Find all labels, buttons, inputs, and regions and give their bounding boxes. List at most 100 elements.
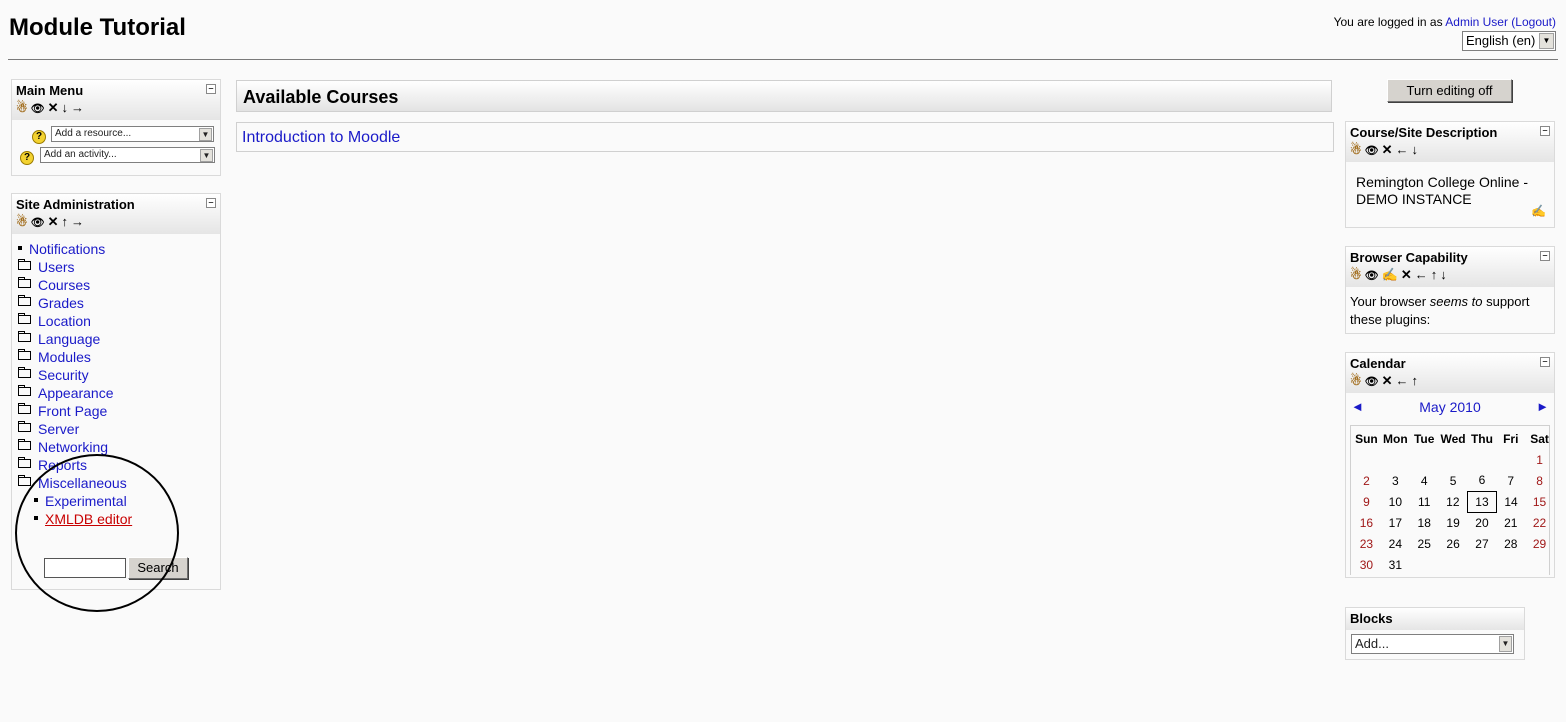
admin-item-label[interactable]: Grades: [38, 295, 84, 311]
add-activity-select[interactable]: Add an activity... ▼: [40, 147, 215, 163]
admin-item-modules[interactable]: Modules: [18, 348, 132, 366]
admin-item-label[interactable]: Language: [38, 331, 100, 347]
add-resource-select[interactable]: Add a resource... ▼: [51, 126, 214, 142]
admin-item-reports[interactable]: Reports: [18, 456, 132, 474]
calendar-day[interactable]: 22: [1525, 512, 1554, 533]
collapse-icon[interactable]: –: [206, 84, 216, 94]
calendar-day[interactable]: 18: [1410, 512, 1439, 533]
chevron-down-icon[interactable]: ▼: [1499, 636, 1512, 652]
eye-icon[interactable]: 👁: [1365, 144, 1380, 157]
edit-pen-icon[interactable]: ✍: [1382, 267, 1399, 283]
admin-item-users[interactable]: Users: [18, 258, 132, 276]
calendar-day[interactable]: 7: [1496, 470, 1525, 491]
eye-icon[interactable]: 👁: [31, 216, 46, 229]
chevron-down-icon[interactable]: ▼: [200, 149, 213, 162]
edit-pen-icon[interactable]: ✍: [1531, 204, 1546, 218]
calendar-day[interactable]: 6: [1468, 470, 1497, 491]
chevron-down-icon[interactable]: ▼: [1539, 33, 1554, 49]
arrow-down-icon[interactable]: ↓: [1440, 267, 1448, 282]
logout-link[interactable]: (Logout): [1511, 15, 1556, 29]
admin-subitem-xmldb[interactable]: XMLDB editor: [18, 510, 132, 528]
search-button[interactable]: Search: [128, 557, 188, 579]
admin-item-label[interactable]: Courses: [38, 277, 90, 293]
admin-item-networking[interactable]: Networking: [18, 438, 132, 456]
calendar-day[interactable]: 27: [1468, 533, 1497, 554]
collapse-icon[interactable]: –: [1540, 251, 1550, 261]
calendar-day[interactable]: 20: [1468, 512, 1497, 533]
collapse-icon[interactable]: –: [1540, 126, 1550, 136]
calendar-day[interactable]: 24: [1381, 533, 1410, 554]
admin-item-grades[interactable]: Grades: [18, 294, 132, 312]
calendar-day[interactable]: 29: [1525, 533, 1554, 554]
calendar-day[interactable]: 5: [1439, 470, 1468, 491]
admin-item-label[interactable]: Reports: [38, 457, 87, 473]
chevron-down-icon[interactable]: ▼: [199, 128, 212, 141]
calendar-day[interactable]: 2: [1352, 470, 1381, 491]
admin-item-label[interactable]: Experimental: [45, 493, 127, 509]
calendar-day[interactable]: 31: [1381, 554, 1410, 575]
calendar-day[interactable]: 15: [1525, 491, 1554, 512]
calendar-day[interactable]: 30: [1352, 554, 1381, 575]
admin-item-notifications[interactable]: Notifications: [18, 240, 132, 258]
delete-x-icon[interactable]: ✕: [48, 100, 60, 116]
calendar-day[interactable]: 17: [1381, 512, 1410, 533]
add-block-select[interactable]: Add... ▼: [1351, 634, 1514, 654]
calendar-day[interactable]: 23: [1352, 533, 1381, 554]
calendar-day[interactable]: 14: [1496, 491, 1525, 512]
collapse-icon[interactable]: –: [206, 198, 216, 208]
admin-item-language[interactable]: Language: [18, 330, 132, 348]
arrow-down-icon[interactable]: ↓: [62, 100, 70, 115]
calendar-next-icon[interactable]: ►: [1536, 399, 1549, 414]
admin-item-label[interactable]: Miscellaneous: [38, 475, 127, 491]
arrow-up-icon[interactable]: ↑: [62, 214, 70, 229]
admin-item-location[interactable]: Location: [18, 312, 132, 330]
admin-item-label[interactable]: Front Page: [38, 403, 107, 419]
roles-icon[interactable]: ☃: [1350, 267, 1363, 283]
calendar-day[interactable]: 3: [1381, 470, 1410, 491]
admin-subitem-experimental[interactable]: Experimental: [18, 492, 132, 510]
admin-item-label[interactable]: Modules: [38, 349, 91, 365]
calendar-day[interactable]: 8: [1525, 470, 1554, 491]
roles-icon[interactable]: ☃: [16, 100, 29, 116]
arrow-right-icon[interactable]: →: [71, 100, 85, 115]
arrow-down-icon[interactable]: ↓: [1412, 142, 1420, 157]
arrow-left-icon[interactable]: ←: [1415, 267, 1429, 282]
admin-item-server[interactable]: Server: [18, 420, 132, 438]
eye-icon[interactable]: 👁: [31, 102, 46, 115]
arrow-left-icon[interactable]: ←: [1396, 373, 1410, 388]
admin-item-label[interactable]: Networking: [38, 439, 108, 455]
admin-item-appearance[interactable]: Appearance: [18, 384, 132, 402]
admin-item-label[interactable]: XMLDB editor: [45, 511, 132, 527]
admin-search-input[interactable]: [44, 558, 126, 578]
calendar-day[interactable]: 1: [1525, 449, 1554, 470]
roles-icon[interactable]: ☃: [1350, 142, 1363, 158]
calendar-month[interactable]: May 2010: [1346, 399, 1554, 415]
language-select[interactable]: English (en) ▼: [1462, 31, 1556, 51]
admin-item-miscellaneous[interactable]: Miscellaneous: [18, 474, 132, 492]
admin-item-label[interactable]: Users: [38, 259, 75, 275]
help-icon[interactable]: ?: [32, 130, 46, 144]
calendar-day[interactable]: 12: [1439, 491, 1468, 512]
calendar-day[interactable]: 9: [1352, 491, 1381, 512]
calendar-day[interactable]: 25: [1410, 533, 1439, 554]
delete-x-icon[interactable]: ✕: [1382, 373, 1394, 389]
arrow-up-icon[interactable]: ↑: [1431, 267, 1439, 282]
admin-item-label[interactable]: Appearance: [38, 385, 114, 401]
calendar-day[interactable]: 13: [1467, 490, 1497, 513]
delete-x-icon[interactable]: ✕: [1401, 267, 1413, 283]
arrow-right-icon[interactable]: →: [71, 214, 85, 229]
roles-icon[interactable]: ☃: [16, 214, 29, 230]
calendar-day[interactable]: 16: [1352, 512, 1381, 533]
collapse-icon[interactable]: –: [1540, 357, 1550, 367]
admin-item-security[interactable]: Security: [18, 366, 132, 384]
help-icon[interactable]: ?: [20, 151, 34, 165]
admin-item-label[interactable]: Server: [38, 421, 79, 437]
user-link[interactable]: Admin User: [1445, 15, 1508, 29]
delete-x-icon[interactable]: ✕: [1382, 142, 1394, 158]
arrow-left-icon[interactable]: ←: [1396, 142, 1410, 157]
calendar-day[interactable]: 26: [1439, 533, 1468, 554]
turn-editing-off-button[interactable]: Turn editing off: [1387, 79, 1512, 102]
delete-x-icon[interactable]: ✕: [48, 214, 60, 230]
admin-item-front-page[interactable]: Front Page: [18, 402, 132, 420]
calendar-day[interactable]: 11: [1410, 491, 1439, 512]
